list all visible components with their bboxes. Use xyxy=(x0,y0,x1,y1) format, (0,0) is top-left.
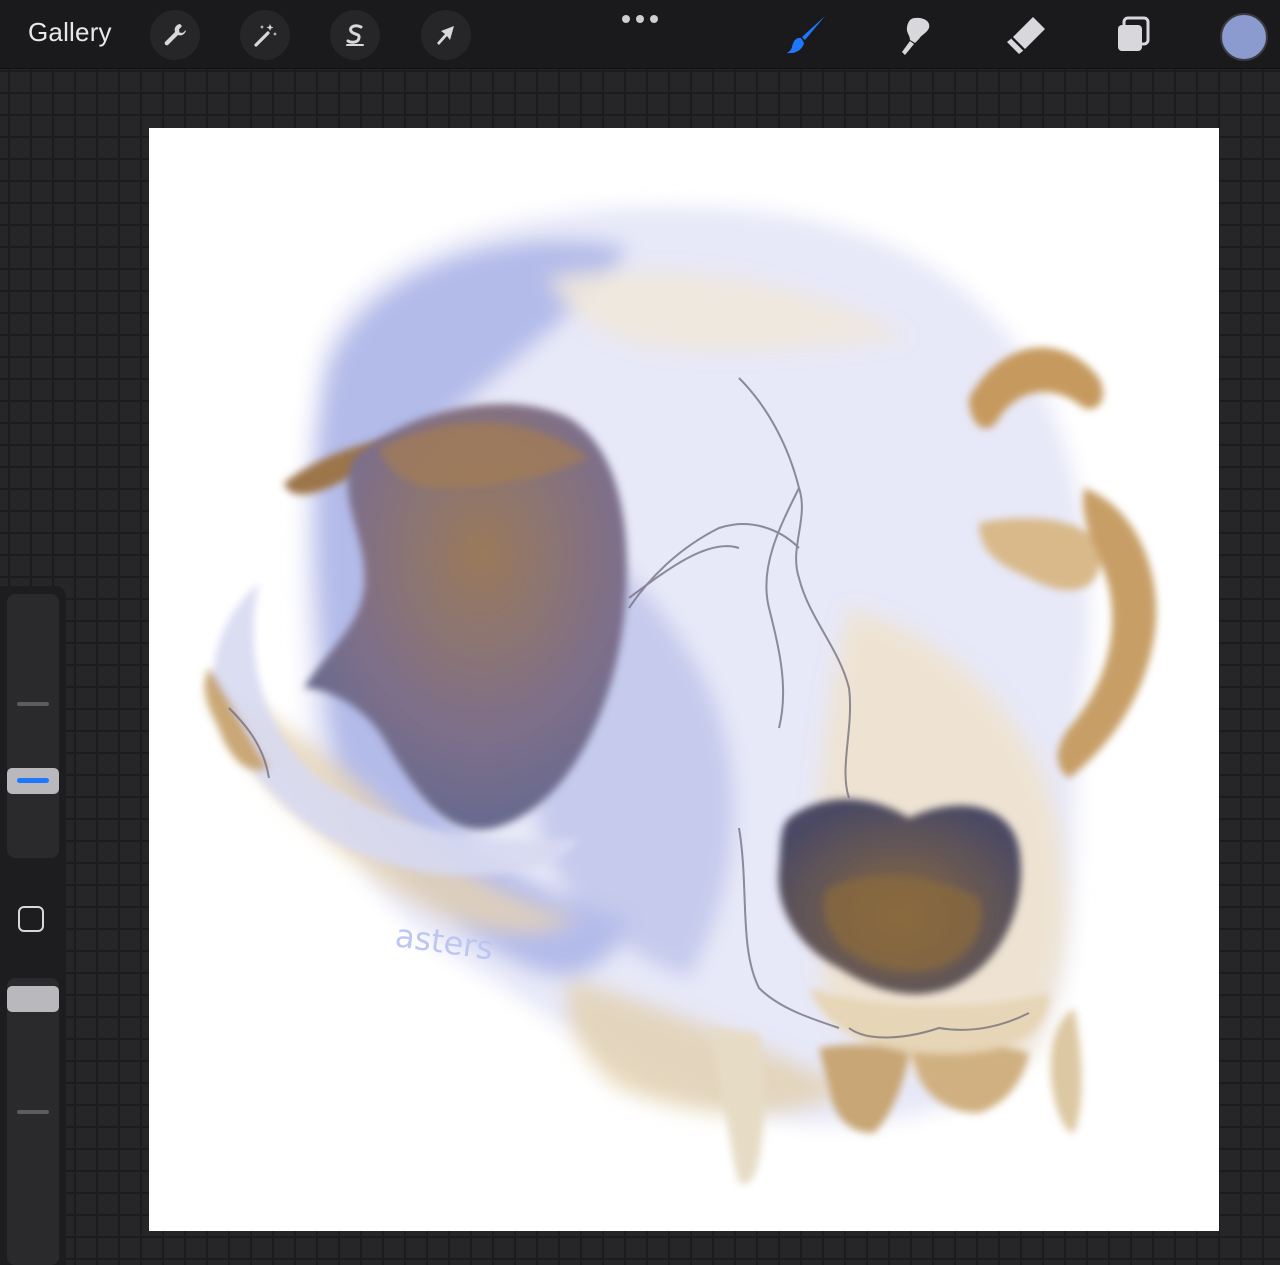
transform-button[interactable] xyxy=(421,10,471,60)
actions-button[interactable] xyxy=(150,10,200,60)
left-sidebar xyxy=(0,586,66,1265)
dot xyxy=(650,15,658,23)
wrench-icon xyxy=(164,24,186,46)
top-toolbar: Gallery xyxy=(0,0,1280,69)
selection-s-icon xyxy=(346,24,364,46)
brush-size-handle[interactable] xyxy=(7,768,59,794)
smudge-icon xyxy=(902,17,930,55)
slider-tick xyxy=(17,1110,49,1114)
dot xyxy=(636,15,644,23)
brush-icon xyxy=(787,16,825,54)
cat-skull-painting: asters xyxy=(204,206,1157,1185)
selection-button[interactable] xyxy=(330,10,380,60)
opacity-slider[interactable] xyxy=(7,978,59,1265)
smudge-tool-button[interactable] xyxy=(890,10,940,60)
slider-tick xyxy=(17,702,49,706)
brush-size-slider[interactable] xyxy=(7,594,59,858)
layers-icon xyxy=(1118,16,1150,51)
eraser-tool-button[interactable] xyxy=(1000,10,1050,60)
more-dots-icon[interactable] xyxy=(622,12,658,26)
opacity-handle[interactable] xyxy=(7,986,59,1012)
arrow-cursor-icon xyxy=(437,26,454,45)
dot xyxy=(622,15,630,23)
gallery-button[interactable]: Gallery xyxy=(28,17,112,48)
color-picker-button[interactable] xyxy=(1220,13,1268,61)
drawing-canvas[interactable]: asters xyxy=(149,128,1219,1231)
layers-tool-button[interactable] xyxy=(1108,10,1158,60)
adjustments-button[interactable] xyxy=(240,10,290,60)
procreate-app: Gallery asters xyxy=(0,0,1280,1265)
brush-size-indicator xyxy=(17,778,49,783)
brush-tool-button[interactable] xyxy=(782,10,832,60)
eraser-icon xyxy=(1007,17,1045,54)
magic-wand-icon xyxy=(254,24,277,47)
square-outline-icon[interactable] xyxy=(18,906,44,932)
